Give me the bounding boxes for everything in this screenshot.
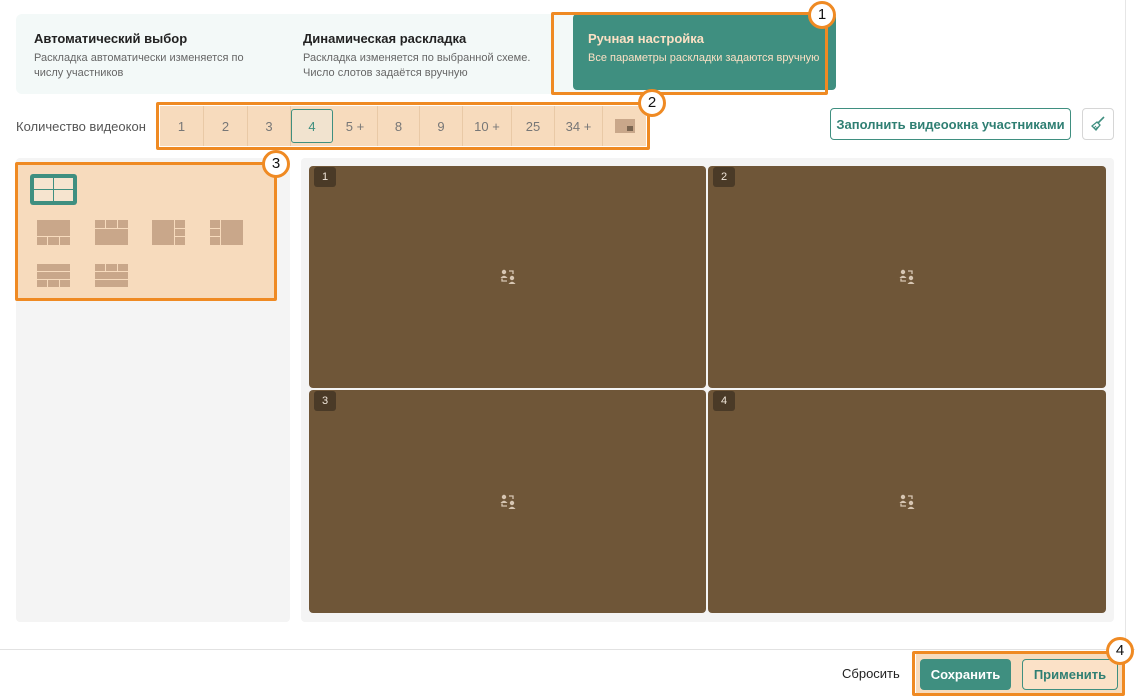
video-slot-2[interactable]: 2 — [708, 166, 1106, 388]
layout-cell — [60, 280, 70, 287]
video-slot-1[interactable]: 1 — [309, 166, 706, 388]
reset-button[interactable]: Сбросить — [842, 666, 900, 681]
layout-cell — [48, 280, 59, 287]
apply-button[interactable]: Применить — [1022, 659, 1118, 690]
callout-badge-4: 4 — [1106, 637, 1134, 665]
slot-number: 2 — [713, 167, 735, 187]
callout-badge-3: 3 — [262, 150, 290, 178]
layout-cell — [95, 220, 105, 228]
layout-settings-page: Автоматический выбор Раскладка автоматич… — [0, 0, 1135, 696]
layout-cell — [118, 220, 128, 228]
footer-divider — [0, 649, 1135, 650]
count-option-10-plus[interactable]: 10 + — [463, 106, 512, 146]
layout-cell — [48, 237, 59, 245]
mode-manual-desc: Все параметры раскладки задаются вручную — [588, 52, 820, 64]
layout-cell — [54, 190, 73, 201]
layout-cell — [95, 229, 128, 245]
picture-in-picture-icon — [614, 119, 635, 133]
mode-auto-desc: Раскладка автоматически изменяется по чи… — [34, 52, 244, 79]
layout-cell — [37, 272, 70, 279]
layout-cell — [118, 264, 128, 271]
layout-cell — [210, 220, 220, 228]
layout-template-3-1[interactable] — [95, 220, 128, 245]
layout-cell — [175, 220, 185, 228]
layout-mode-selector: Автоматический выбор Раскладка автоматич… — [16, 14, 836, 94]
participants-swap-icon — [899, 269, 915, 284]
layout-cell — [152, 220, 174, 245]
count-option-1[interactable]: 1 — [160, 106, 204, 146]
count-option-custom[interactable] — [603, 106, 646, 146]
fill-with-participants-button[interactable]: Заполнить видеоокна участниками — [830, 108, 1071, 140]
layout-cell — [37, 237, 47, 245]
video-count-selector: 1 2 3 4 5 + 8 9 10 + 25 34 + — [160, 106, 646, 146]
layout-cell — [175, 237, 185, 245]
participants-swap-icon — [500, 494, 515, 509]
count-option-9[interactable]: 9 — [420, 106, 463, 146]
layout-cell — [106, 220, 117, 228]
save-button[interactable]: Сохранить — [920, 659, 1011, 690]
layout-cell — [106, 264, 117, 271]
video-slot-4[interactable]: 4 — [708, 390, 1106, 613]
layout-cell — [175, 229, 185, 236]
layout-template-3-left-1-right[interactable] — [210, 220, 243, 245]
slot-number: 3 — [314, 391, 336, 411]
count-option-4[interactable]: 4 — [291, 109, 333, 143]
callout-badge-2: 2 — [638, 89, 666, 117]
layout-cell — [210, 229, 220, 236]
layout-cell — [54, 178, 73, 189]
mode-dynamic[interactable]: Динамическая раскладка Раскладка изменяе… — [285, 14, 555, 94]
mode-auto-title: Автоматический выбор — [34, 31, 188, 46]
broom-icon — [1091, 116, 1105, 131]
participants-swap-icon — [899, 494, 915, 509]
layout-cell — [95, 280, 128, 287]
slot-number: 4 — [713, 391, 735, 411]
divider — [1125, 0, 1126, 650]
video-count-label: Количество видеокон — [16, 119, 146, 134]
count-option-5-plus[interactable]: 5 + — [333, 106, 378, 146]
slot-number: 1 — [314, 167, 336, 187]
layout-template-1-left-3-right[interactable] — [152, 220, 185, 245]
layout-cell — [210, 237, 220, 245]
layout-cell — [37, 280, 47, 287]
callout-badge-1: 1 — [808, 1, 836, 29]
layout-cell — [221, 220, 243, 245]
clear-layout-button[interactable] — [1082, 108, 1114, 140]
layout-cell — [95, 264, 105, 271]
layout-templates-list — [18, 164, 274, 298]
mode-dynamic-title: Динамическая раскладка — [303, 31, 467, 46]
mode-manual-title: Ручная настройка — [588, 31, 705, 46]
layout-cell — [34, 178, 53, 189]
layout-cell — [95, 272, 128, 279]
mode-manual[interactable]: Ручная настройка Все параметры раскладки… — [573, 14, 836, 90]
layout-cell — [37, 264, 70, 271]
layout-template-2-3[interactable] — [37, 264, 70, 287]
layout-template-1-3[interactable] — [37, 220, 70, 245]
layout-template-3-2[interactable] — [95, 264, 128, 287]
count-option-8[interactable]: 8 — [378, 106, 420, 146]
video-slot-3[interactable]: 3 — [309, 390, 706, 613]
layout-cell — [34, 190, 53, 201]
count-option-3[interactable]: 3 — [248, 106, 291, 146]
layout-template-2x2[interactable] — [30, 174, 77, 205]
participants-swap-icon — [500, 269, 515, 284]
layout-cell — [60, 237, 70, 245]
count-option-2[interactable]: 2 — [204, 106, 248, 146]
mode-dynamic-desc: Раскладка изменяется по выбранной схеме.… — [303, 52, 531, 79]
count-option-34-plus[interactable]: 34 + — [555, 106, 603, 146]
count-option-25[interactable]: 25 — [512, 106, 555, 146]
mode-auto[interactable]: Автоматический выбор Раскладка автоматич… — [16, 14, 286, 94]
layout-cell — [37, 220, 70, 236]
